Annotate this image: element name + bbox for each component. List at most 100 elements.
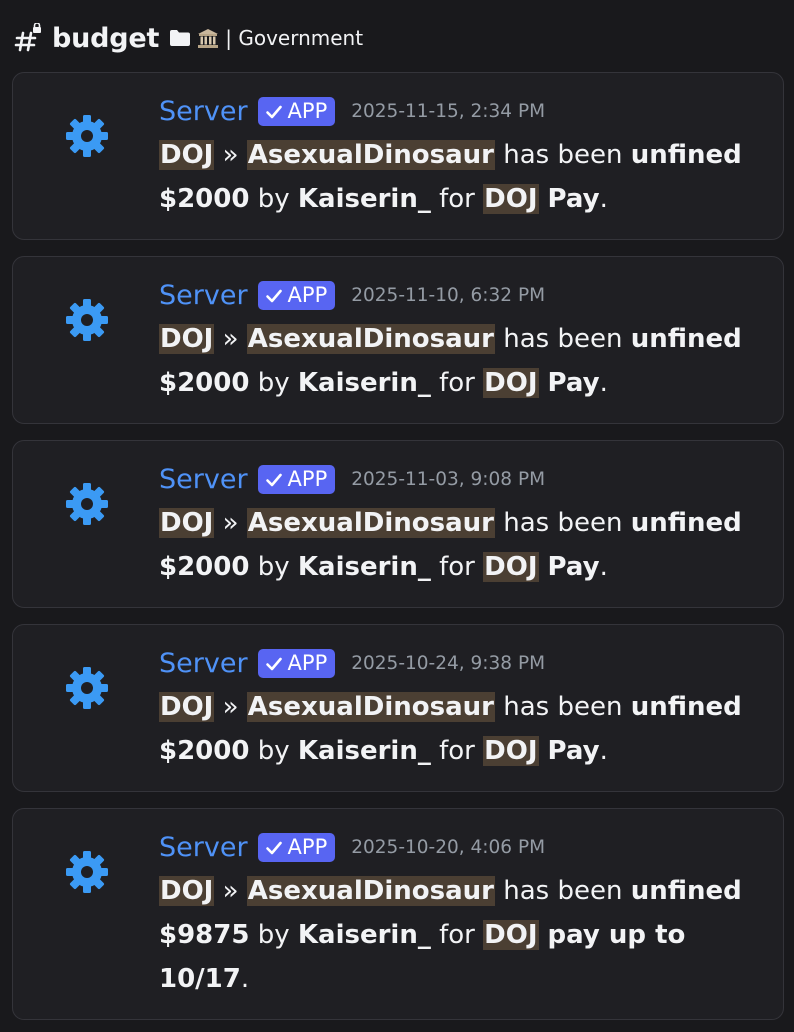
amount-text: $2000 bbox=[159, 736, 250, 766]
timestamp[interactable]: 2025-11-03, 9:08 PM bbox=[351, 469, 545, 490]
message-card[interactable]: Server APP 2025-10-24, 9:38 PM DOJ » Ase… bbox=[12, 624, 784, 792]
message-card[interactable]: Server APP 2025-11-15, 2:34 PM DOJ » Ase… bbox=[12, 72, 784, 240]
app-badge: APP bbox=[257, 96, 336, 126]
action-text: unfined bbox=[630, 876, 742, 906]
role-mention[interactable]: DOJ bbox=[483, 368, 539, 398]
text: has been bbox=[494, 876, 631, 906]
app-badge: APP bbox=[257, 648, 336, 678]
actor-name: Kaiserin_ bbox=[297, 736, 431, 766]
app-badge: APP bbox=[257, 832, 336, 862]
category-label: Government bbox=[238, 26, 364, 50]
user-mention[interactable]: AsexualDinosaur bbox=[246, 508, 495, 538]
action-text: unfined bbox=[630, 508, 742, 538]
action-text: unfined bbox=[630, 140, 742, 170]
checkmark-icon bbox=[265, 838, 283, 856]
period: . bbox=[240, 964, 250, 994]
text: for bbox=[430, 368, 484, 398]
reason-text: Pay bbox=[538, 552, 600, 582]
text: has been bbox=[494, 140, 631, 170]
timestamp[interactable]: 2025-11-15, 2:34 PM bbox=[351, 101, 545, 122]
badge-label: APP bbox=[287, 835, 328, 859]
folder-icon bbox=[169, 28, 191, 48]
message-card[interactable]: Server APP 2025-11-10, 6:32 PM DOJ » Ase… bbox=[12, 256, 784, 424]
text: by bbox=[249, 736, 298, 766]
checkmark-icon bbox=[265, 102, 283, 120]
text: for bbox=[430, 736, 484, 766]
badge-label: APP bbox=[287, 467, 328, 491]
reason-text: Pay bbox=[538, 368, 600, 398]
role-mention[interactable]: DOJ bbox=[159, 692, 215, 722]
badge-label: APP bbox=[287, 651, 328, 675]
checkmark-icon bbox=[265, 470, 283, 488]
message-card[interactable]: Server APP 2025-10-20, 4:06 PM DOJ » Ase… bbox=[12, 808, 784, 1020]
category-name: | Government bbox=[225, 26, 364, 50]
text: by bbox=[249, 920, 298, 950]
author-name[interactable]: Server bbox=[159, 648, 248, 679]
hash-lock-icon bbox=[14, 22, 44, 53]
amount-text: $2000 bbox=[159, 368, 250, 398]
channel-name[interactable]: budget bbox=[52, 23, 159, 54]
role-mention[interactable]: DOJ bbox=[483, 736, 539, 766]
role-mention[interactable]: DOJ bbox=[483, 552, 539, 582]
badge-label: APP bbox=[287, 99, 328, 123]
amount-text: $2000 bbox=[159, 552, 250, 582]
user-mention[interactable]: AsexualDinosaur bbox=[246, 692, 495, 722]
text: has been bbox=[494, 508, 631, 538]
gear-icon[interactable] bbox=[64, 665, 110, 711]
author-name[interactable]: Server bbox=[159, 280, 248, 311]
role-mention[interactable]: DOJ bbox=[483, 920, 539, 950]
channel-header: budget | Government bbox=[14, 18, 363, 58]
text: for bbox=[430, 920, 484, 950]
role-mention[interactable]: DOJ bbox=[159, 324, 215, 354]
gear-icon[interactable] bbox=[64, 297, 110, 343]
author-name[interactable]: Server bbox=[159, 832, 248, 863]
message-header: Server APP 2025-11-10, 6:32 PM bbox=[159, 279, 545, 311]
timestamp[interactable]: 2025-10-24, 9:38 PM bbox=[351, 653, 545, 674]
action-text: unfined bbox=[630, 692, 742, 722]
text: for bbox=[430, 184, 484, 214]
message-header: Server APP 2025-11-15, 2:34 PM bbox=[159, 95, 545, 127]
amount-text: $9875 bbox=[159, 920, 250, 950]
text: by bbox=[249, 368, 298, 398]
role-mention[interactable]: DOJ bbox=[159, 508, 215, 538]
message-content: DOJ » AsexualDinosaur has been unfined $… bbox=[159, 501, 763, 589]
message-content: DOJ » AsexualDinosaur has been unfined $… bbox=[159, 133, 763, 221]
reason-text: Pay bbox=[538, 184, 600, 214]
period: . bbox=[599, 184, 608, 214]
user-mention[interactable]: AsexualDinosaur bbox=[246, 324, 495, 354]
message-header: Server APP 2025-10-20, 4:06 PM bbox=[159, 831, 545, 863]
message-card[interactable]: Server APP 2025-11-03, 9:08 PM DOJ » Ase… bbox=[12, 440, 784, 608]
separator: » bbox=[214, 508, 247, 538]
author-name[interactable]: Server bbox=[159, 96, 248, 127]
gear-icon[interactable] bbox=[64, 849, 110, 895]
period: . bbox=[599, 368, 608, 398]
reason-text: Pay bbox=[538, 736, 600, 766]
badge-label: APP bbox=[287, 283, 328, 307]
timestamp[interactable]: 2025-10-20, 4:06 PM bbox=[351, 837, 545, 858]
author-name[interactable]: Server bbox=[159, 464, 248, 495]
role-mention[interactable]: DOJ bbox=[159, 876, 215, 906]
classical-building-icon bbox=[197, 27, 219, 49]
period: . bbox=[599, 736, 608, 766]
text: for bbox=[430, 552, 484, 582]
message-header: Server APP 2025-11-03, 9:08 PM bbox=[159, 463, 545, 495]
user-mention[interactable]: AsexualDinosaur bbox=[246, 140, 495, 170]
app-badge: APP bbox=[257, 464, 336, 494]
text: has been bbox=[494, 692, 631, 722]
actor-name: Kaiserin_ bbox=[297, 184, 431, 214]
action-text: unfined bbox=[630, 324, 742, 354]
separator: » bbox=[214, 876, 247, 906]
separator: » bbox=[214, 692, 247, 722]
checkmark-icon bbox=[265, 654, 283, 672]
message-content: DOJ » AsexualDinosaur has been unfined $… bbox=[159, 317, 763, 405]
period: . bbox=[599, 552, 608, 582]
role-mention[interactable]: DOJ bbox=[483, 184, 539, 214]
user-mention[interactable]: AsexualDinosaur bbox=[246, 876, 495, 906]
gear-icon[interactable] bbox=[64, 113, 110, 159]
gear-icon[interactable] bbox=[64, 481, 110, 527]
checkmark-icon bbox=[265, 286, 283, 304]
role-mention[interactable]: DOJ bbox=[159, 140, 215, 170]
amount-text: $2000 bbox=[159, 184, 250, 214]
message-header: Server APP 2025-10-24, 9:38 PM bbox=[159, 647, 545, 679]
timestamp[interactable]: 2025-11-10, 6:32 PM bbox=[351, 285, 545, 306]
